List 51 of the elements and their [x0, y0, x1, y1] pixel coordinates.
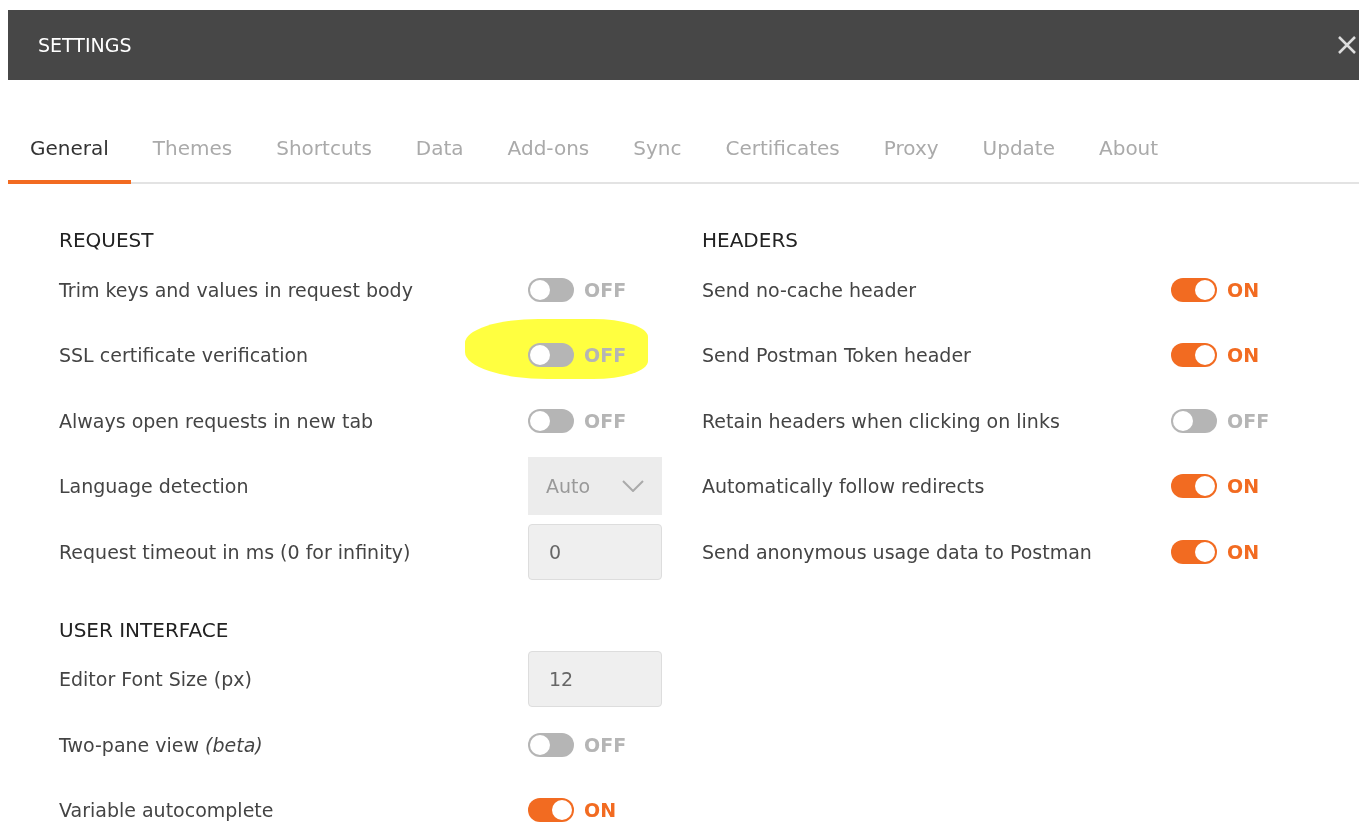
toggle-state: ON	[1227, 344, 1260, 367]
toggle-switch[interactable]	[528, 732, 574, 757]
toggle-state: ON	[1227, 475, 1260, 498]
toggle-switch[interactable]	[1171, 343, 1217, 368]
setting-label: Send Postman Token header	[702, 344, 971, 367]
toggle-state: ON	[1227, 540, 1260, 563]
toggle-switch[interactable]	[1171, 277, 1217, 302]
toggle-state: ON	[584, 799, 617, 822]
toggle-state: OFF	[1227, 409, 1270, 432]
section-title: REQUEST	[59, 227, 155, 254]
toggle-switch[interactable]	[1171, 408, 1217, 433]
toggle-state: OFF	[584, 344, 627, 367]
setting-label: Send no-cache header	[702, 278, 916, 301]
toggle-state: OFF	[584, 733, 627, 756]
settings-tab[interactable]: Proxy	[861, 120, 961, 184]
setting-label: Automatically follow redirects	[702, 475, 985, 498]
setting-label: Editor Font Size (px)	[59, 668, 252, 691]
settings-tab[interactable]: Add-ons	[485, 120, 612, 184]
setting-label: Always open requests in new tab	[59, 409, 374, 432]
window-title: SETTINGS	[38, 34, 132, 56]
toggle-state: OFF	[584, 278, 627, 301]
chevron-down-icon	[622, 480, 644, 493]
section-title: HEADERS	[702, 227, 799, 254]
toggle-switch[interactable]	[528, 277, 574, 302]
setting-label: Language detection	[59, 475, 249, 498]
settings-tab[interactable]: Shortcuts	[254, 120, 394, 184]
section-title: USER INTERFACE	[59, 616, 230, 644]
setting-label: Variable autocomplete	[59, 799, 274, 822]
settings-tab[interactable]: Themes	[130, 120, 255, 184]
settings-tab[interactable]: Certificates	[703, 120, 862, 184]
toggle-switch[interactable]	[528, 343, 574, 368]
close-icon[interactable]	[1337, 35, 1357, 55]
settings-tab[interactable]: General	[8, 120, 131, 184]
setting-label: Retain headers when clicking on links	[702, 409, 1060, 432]
setting-label: Request timeout in ms (0 for infinity)	[59, 540, 411, 563]
settings-tab[interactable]: Sync	[611, 120, 704, 184]
setting-label: Send anonymous usage data to Postman	[702, 540, 1092, 563]
settings-tab[interactable]: Update	[960, 120, 1077, 184]
toggle-state: OFF	[584, 409, 627, 432]
setting-label: SSL certificate verification	[59, 344, 309, 367]
toggle-switch[interactable]	[1171, 539, 1217, 564]
number-field[interactable]: 12	[528, 651, 662, 708]
setting-label: Two-pane view (beta)	[59, 733, 263, 756]
toggle-switch[interactable]	[1171, 474, 1217, 499]
number-field[interactable]: 0	[528, 523, 662, 580]
toggle-state: ON	[1227, 278, 1260, 301]
toggle-switch[interactable]	[528, 408, 574, 433]
setting-label: Trim keys and values in request body	[59, 278, 413, 301]
settings-tab[interactable]: About	[1077, 120, 1181, 184]
settings-tab[interactable]: Data	[393, 120, 486, 184]
toggle-switch[interactable]	[528, 798, 574, 823]
